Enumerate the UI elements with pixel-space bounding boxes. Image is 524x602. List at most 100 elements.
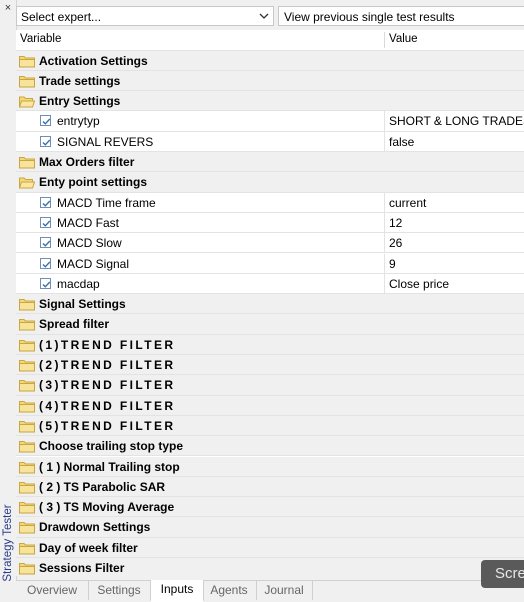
- group-label: Sessions Filter: [39, 561, 125, 575]
- parameter-row[interactable]: MACD Fast 12: [16, 212, 524, 234]
- group-label: (5)TREND FILTER: [39, 418, 176, 433]
- group-row[interactable]: Spread filter: [16, 314, 524, 335]
- group-row[interactable]: Entry Settings: [16, 91, 524, 112]
- folder-icon[interactable]: [19, 55, 35, 68]
- folder-icon[interactable]: [19, 318, 35, 331]
- parameter-checkbox[interactable]: [40, 115, 51, 127]
- folder-icon[interactable]: [19, 461, 35, 474]
- checkmark-icon: [42, 220, 51, 227]
- folder-icon[interactable]: [19, 339, 35, 352]
- folder-icon[interactable]: [19, 481, 35, 494]
- folder-icon[interactable]: [19, 379, 35, 392]
- parameter-value[interactable]: false: [389, 135, 414, 149]
- folder-icon[interactable]: [19, 562, 35, 575]
- column-divider: [384, 233, 385, 253]
- strategy-tester-title: Strategy Tester: [2, 504, 14, 582]
- checkmark-icon: [42, 281, 51, 288]
- group-row[interactable]: Enty point settings: [16, 172, 524, 193]
- folder-icon[interactable]: [19, 521, 35, 534]
- column-divider: [384, 111, 385, 131]
- group-row[interactable]: ( 2 ) TS Parabolic SAR: [16, 476, 524, 498]
- folder-icon[interactable]: [19, 359, 35, 372]
- parameter-checkbox[interactable]: [40, 257, 51, 269]
- parameter-checkbox[interactable]: [40, 135, 51, 147]
- folder-icon[interactable]: [19, 400, 35, 413]
- group-row[interactable]: ( 3 ) TS Moving Average: [16, 497, 524, 518]
- group-label: (1)TREND FILTER: [39, 337, 176, 352]
- tab-journal[interactable]: Journal: [256, 581, 313, 600]
- group-label: (2)TREND FILTER: [39, 358, 176, 372]
- folder-icon[interactable]: [19, 420, 35, 433]
- column-divider[interactable]: [384, 32, 385, 48]
- column-divider: [384, 192, 385, 212]
- group-row[interactable]: Activation Settings: [16, 50, 524, 71]
- parameter-name: MACD Signal: [57, 256, 130, 271]
- group-row[interactable]: (4)TREND FILTER: [16, 395, 524, 416]
- group-row[interactable]: Drawdown Settings: [16, 517, 524, 538]
- parameter-checkbox[interactable]: [40, 196, 51, 208]
- group-row[interactable]: (1)TREND FILTER: [16, 334, 524, 355]
- group-row[interactable]: Max Orders filter: [16, 152, 524, 173]
- group-label: Max Orders filter: [39, 155, 135, 169]
- group-row[interactable]: Choose trailing stop type: [16, 436, 524, 457]
- column-divider: [384, 212, 385, 233]
- expert-select-value: Select expert...: [21, 10, 102, 24]
- folder-icon[interactable]: [19, 298, 35, 311]
- parameter-value[interactable]: Close price: [389, 277, 449, 291]
- parameter-value[interactable]: 26: [389, 236, 402, 250]
- close-icon[interactable]: ×: [2, 2, 14, 14]
- column-header-variable[interactable]: Variable: [20, 33, 61, 45]
- view-previous-results-field[interactable]: View previous single test results: [278, 6, 524, 26]
- parameter-row[interactable]: MACD Slow 26: [16, 233, 524, 254]
- parameter-value[interactable]: 12: [389, 216, 402, 230]
- parameter-row[interactable]: MACD Signal 9: [16, 253, 524, 274]
- parameter-value[interactable]: current: [389, 196, 426, 210]
- folder-icon[interactable]: [19, 156, 35, 169]
- parameter-checkbox[interactable]: [40, 237, 51, 249]
- group-row[interactable]: ( 1 ) Normal Trailing stop: [16, 456, 524, 477]
- tab-agents[interactable]: Agents: [202, 581, 257, 600]
- group-label: Trade settings: [39, 73, 121, 88]
- group-label: Enty point settings: [39, 175, 147, 190]
- group-row[interactable]: (2)TREND FILTER: [16, 355, 524, 376]
- tab-overview[interactable]: Overview: [16, 581, 89, 600]
- group-row[interactable]: (3)TREND FILTER: [16, 375, 524, 396]
- group-label: Activation Settings: [39, 53, 148, 68]
- column-divider: [384, 131, 385, 151]
- tab-settings[interactable]: Settings: [88, 581, 151, 600]
- folder-icon[interactable]: [19, 440, 35, 453]
- folder-open-icon[interactable]: [19, 95, 35, 108]
- parameter-checkbox[interactable]: [40, 277, 51, 289]
- folder-icon[interactable]: [19, 501, 35, 514]
- folder-icon[interactable]: [19, 75, 35, 88]
- parameter-row[interactable]: entrytyp SHORT & LONG TRADES: [16, 111, 524, 132]
- checkmark-icon: [42, 118, 51, 126]
- group-label: Entry Settings: [39, 94, 121, 109]
- parameter-name: MACD Slow: [57, 236, 122, 251]
- tab-inputs[interactable]: Inputs: [150, 580, 204, 602]
- group-label: Spread filter: [39, 317, 110, 332]
- inputs-table: Variable Value Activation Settings Trade …: [16, 30, 524, 576]
- checkmark-icon: [42, 261, 51, 268]
- folder-open-icon[interactable]: [19, 176, 35, 189]
- parameter-value[interactable]: 9: [389, 257, 396, 271]
- folder-icon[interactable]: [19, 542, 35, 555]
- parameter-name: MACD Fast: [57, 215, 120, 230]
- group-row[interactable]: Signal Settings: [16, 294, 524, 315]
- screenshot-overlay-button[interactable]: Scre: [481, 560, 524, 588]
- parameter-row[interactable]: macdap Close price: [16, 273, 524, 295]
- group-label: ( 2 ) TS Parabolic SAR: [39, 479, 166, 494]
- group-row[interactable]: Day of week filter: [16, 537, 524, 558]
- parameter-row[interactable]: MACD Time frame current: [16, 192, 524, 213]
- parameter-name: MACD Time frame: [57, 195, 156, 210]
- group-label: Choose trailing stop type: [39, 439, 184, 454]
- parameter-value[interactable]: SHORT & LONG TRADES: [389, 114, 524, 128]
- checkmark-icon: [42, 240, 51, 247]
- parameter-checkbox[interactable]: [40, 216, 51, 228]
- parameter-row[interactable]: SIGNAL REVERS false: [16, 131, 524, 152]
- expert-select[interactable]: Select expert...: [16, 6, 274, 26]
- column-header-value[interactable]: Value: [389, 33, 418, 45]
- group-row[interactable]: (5)TREND FILTER: [16, 415, 524, 437]
- group-row[interactable]: Sessions Filter: [16, 558, 524, 576]
- group-row[interactable]: Trade settings: [16, 70, 524, 92]
